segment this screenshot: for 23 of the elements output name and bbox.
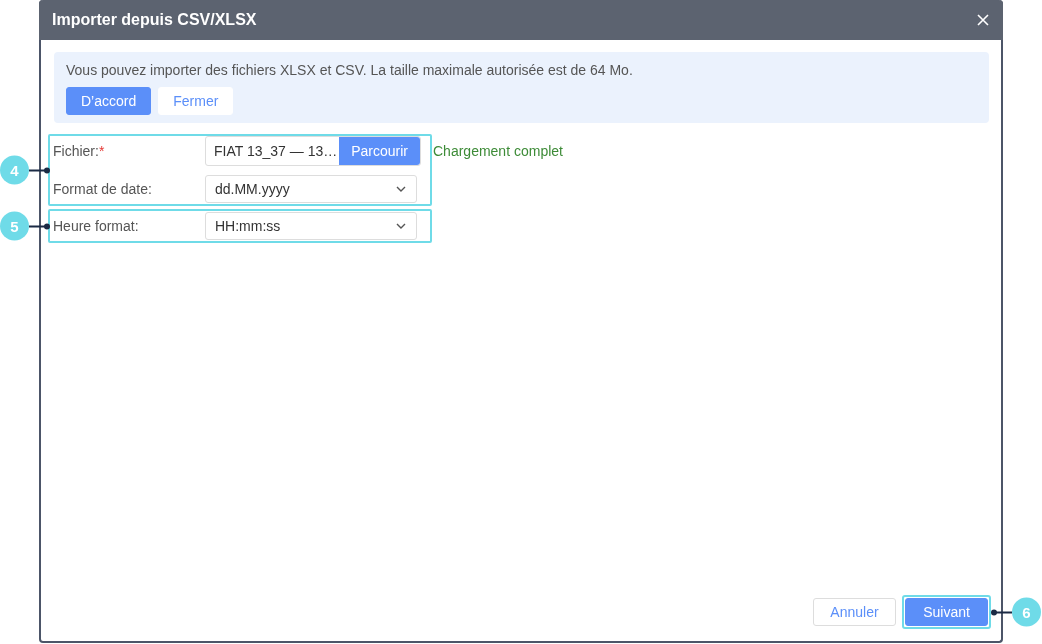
notice-text: Vous pouvez importer des fichiers XLSX et CSV. La taille maximale autorisée est de 64 Mo. [66,62,634,78]
browse-button[interactable]: Parcourir [339,137,420,165]
field-label: Format de date: [53,181,153,197]
select-field[interactable]: dd.MM.yyyy [205,175,417,203]
footer-button[interactable]: Annuler [813,598,896,626]
file-field[interactable]: FIAT 13_37 — 13… Parcourir [205,136,421,166]
callout-badge: 5 [0,211,29,241]
chevron-down-icon [396,186,406,192]
footer-button[interactable]: Suivant [905,598,988,626]
field-label: Fichier:* [53,143,106,159]
upload-status: Chargement complet [433,143,563,159]
notice-button[interactable]: D’accord [66,87,152,115]
callout-badge: 4 [0,155,29,185]
window-title: Importer depuis CSV/XLSX [52,11,257,29]
leader-line [29,169,47,171]
notice-button[interactable]: Fermer [158,87,234,115]
field-label: Heure format: [53,218,140,234]
close-icon[interactable] [977,14,989,26]
callout-badge: 6 [1012,597,1041,627]
select-field[interactable]: HH:mm:ss [205,212,417,240]
leader-line [994,611,1012,613]
leader-line [29,225,47,227]
chevron-down-icon [396,223,406,229]
